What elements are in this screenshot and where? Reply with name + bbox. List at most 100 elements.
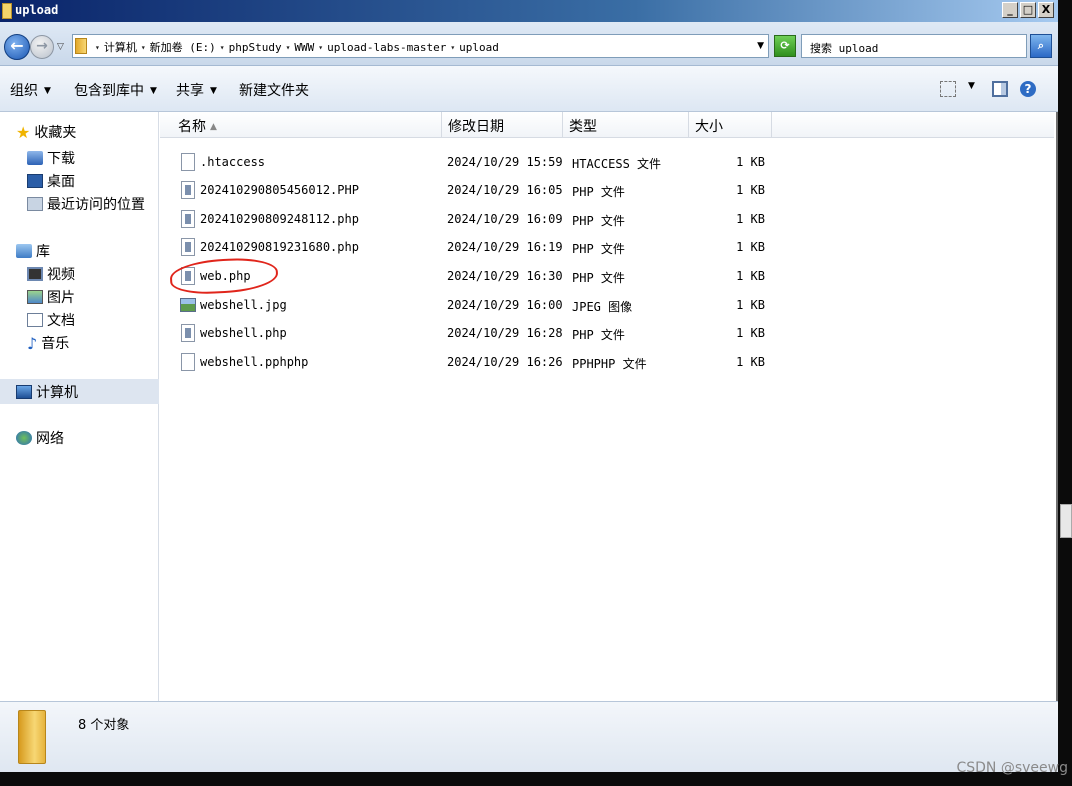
forward-button[interactable]: →: [30, 35, 54, 59]
title-bar[interactable]: upload _ □ X: [0, 0, 1058, 22]
nav-item-network[interactable]: 网络: [16, 428, 64, 448]
minimize-button[interactable]: _: [1002, 2, 1018, 18]
column-header-date[interactable]: 修改日期: [442, 112, 563, 138]
organize-label: 组织: [10, 83, 38, 99]
nav-item-pictures[interactable]: 图片: [27, 287, 75, 307]
file-name: 202410290819231680.php: [200, 240, 359, 254]
nav-item-documents[interactable]: 文档: [27, 310, 75, 330]
refresh-button[interactable]: ⟳: [774, 35, 796, 57]
file-name: webshell.jpg: [200, 298, 287, 312]
file-size: 1 KB: [736, 355, 765, 369]
file-date: 2024/10/29 16:30: [447, 269, 563, 283]
nav-item-music[interactable]: ♪ 音乐: [27, 333, 69, 353]
address-bar: ← → ▽ ▾ 计算机 ▾ 新加卷 (E:) ▾ phpStudy ▾ WWW …: [0, 22, 1058, 66]
file-row[interactable]: .htaccess 2024/10/29 15:59 HTACCESS 文件 1…: [160, 148, 1054, 176]
breadcrumb-upload[interactable]: upload: [459, 41, 499, 54]
file-row[interactable]: web.php 2024/10/29 16:30 PHP 文件 1 KB: [160, 262, 1054, 290]
explorer-window: upload _ □ X ← → ▽ ▾ 计算机 ▾ 新加卷 (E:) ▾ ph…: [0, 0, 1058, 772]
file-date: 2024/10/29 16:26: [447, 355, 563, 369]
close-button[interactable]: X: [1038, 2, 1054, 18]
nav-item-favorites[interactable]: ★ 收藏夹: [16, 122, 76, 142]
breadcrumb-upload-labs[interactable]: upload-labs-master: [327, 41, 446, 54]
file-row[interactable]: webshell.pphphp 2024/10/29 16:26 PPHPHP …: [160, 348, 1054, 376]
nav-item-videos[interactable]: 视频: [27, 264, 75, 284]
chevron-icon[interactable]: ▾: [286, 43, 291, 52]
file-name: 202410290805456012.PHP: [200, 183, 359, 197]
column-label: 名称: [178, 119, 206, 135]
nav-item-downloads[interactable]: 下载: [27, 148, 75, 168]
nav-item-libraries[interactable]: 库: [16, 241, 50, 261]
file-type: PHP 文件: [572, 185, 625, 199]
include-library-menu[interactable]: 包含到库中 ▼: [74, 80, 157, 100]
window-controls: _ □ X: [1002, 2, 1054, 18]
chevron-icon[interactable]: ▾: [141, 43, 146, 52]
help-icon[interactable]: ?: [1020, 81, 1036, 97]
column-header-size[interactable]: 大小: [689, 112, 772, 138]
nav-label: 视频: [47, 267, 75, 283]
file-name: .htaccess: [200, 155, 266, 169]
address-dropdown-icon[interactable]: ▼: [757, 41, 764, 51]
folder-icon: [2, 3, 12, 19]
breadcrumb-phpstudy[interactable]: phpStudy: [229, 41, 282, 54]
chevron-icon[interactable]: ▾: [450, 43, 455, 52]
breadcrumb-computer[interactable]: 计算机: [104, 39, 137, 55]
chevron-icon[interactable]: ▾: [95, 43, 100, 52]
recent-pages-dropdown-icon[interactable]: ▽: [57, 42, 64, 52]
column-header-name[interactable]: 名称 ▲: [160, 112, 442, 138]
address-input[interactable]: ▾ 计算机 ▾ 新加卷 (E:) ▾ phpStudy ▾ WWW ▾ uplo…: [72, 34, 769, 58]
file-type: PHP 文件: [572, 271, 625, 285]
file-name: webshell.php: [200, 326, 287, 340]
search-input[interactable]: 搜索 upload: [801, 34, 1027, 58]
navigation-pane: ★ 收藏夹 下载 桌面 最近访问的位置 库 视频 图片 文档 ♪ 音乐 计算机 网络: [0, 112, 159, 701]
column-header-type[interactable]: 类型: [563, 112, 689, 138]
nav-label: 桌面: [47, 174, 75, 190]
folder-icon: [75, 38, 87, 54]
screen: upload _ □ X ← → ▽ ▾ 计算机 ▾ 新加卷 (E:) ▾ ph…: [0, 0, 1072, 786]
computer-icon: [16, 385, 32, 399]
nav-item-desktop[interactable]: 桌面: [27, 171, 75, 191]
file-list: 名称 ▲ 修改日期 类型 大小 .htaccess 2024/10/29 15:5…: [160, 112, 1056, 701]
nav-label: 最近访问的位置: [47, 197, 145, 213]
jpeg-file-icon: [180, 298, 196, 312]
new-folder-button[interactable]: 新建文件夹: [239, 80, 309, 100]
file-size: 1 KB: [736, 269, 765, 283]
star-icon: ★: [16, 122, 31, 142]
file-date: 2024/10/29 15:59: [447, 155, 563, 169]
documents-icon: [27, 313, 43, 327]
share-menu[interactable]: 共享 ▼: [176, 80, 217, 100]
blank-file-icon: [181, 353, 195, 371]
php-file-icon: [181, 181, 195, 199]
file-row[interactable]: 202410290819231680.php 2024/10/29 16:19 …: [160, 233, 1054, 261]
organize-menu[interactable]: 组织 ▼: [10, 80, 51, 100]
nav-label: 收藏夹: [34, 125, 77, 141]
back-button[interactable]: ←: [4, 34, 30, 60]
file-date: 2024/10/29 16:00: [447, 298, 563, 312]
nav-label: 下载: [47, 151, 75, 167]
chevron-icon[interactable]: ▾: [220, 43, 225, 52]
folder-icon: [18, 710, 46, 764]
file-name: 202410290809248112.php: [200, 212, 359, 226]
file-row[interactable]: webshell.jpg 2024/10/29 16:00 JPEG 图像 1 …: [160, 291, 1054, 319]
file-size: 1 KB: [736, 326, 765, 340]
file-type: PHP 文件: [572, 242, 625, 256]
maximize-button[interactable]: □: [1020, 2, 1036, 18]
command-bar: 组织 ▼ 包含到库中 ▼ 共享 ▼ 新建文件夹 ▼ ?: [0, 66, 1058, 112]
nav-item-recent[interactable]: 最近访问的位置: [27, 194, 145, 214]
file-size: 1 KB: [736, 212, 765, 226]
sort-ascending-icon: ▲: [210, 122, 217, 132]
pictures-icon: [27, 290, 43, 304]
chevron-icon[interactable]: ▾: [318, 43, 323, 52]
nav-item-computer[interactable]: 计算机: [16, 382, 78, 402]
search-icon[interactable]: ⌕: [1030, 34, 1052, 58]
chevron-down-icon[interactable]: ▼: [968, 81, 975, 91]
preview-pane-icon[interactable]: [992, 81, 1008, 97]
file-row[interactable]: webshell.php 2024/10/29 16:28 PHP 文件 1 K…: [160, 319, 1054, 347]
file-size: 1 KB: [736, 183, 765, 197]
breadcrumb-www[interactable]: WWW: [294, 41, 314, 54]
file-row[interactable]: 202410290809248112.php 2024/10/29 16:09 …: [160, 205, 1054, 233]
breadcrumb-drive[interactable]: 新加卷 (E:): [150, 39, 216, 55]
view-options-icon[interactable]: [940, 81, 956, 97]
network-icon: [16, 431, 32, 445]
php-file-icon: [181, 324, 195, 342]
file-row[interactable]: 202410290805456012.PHP 2024/10/29 16:05 …: [160, 176, 1054, 204]
